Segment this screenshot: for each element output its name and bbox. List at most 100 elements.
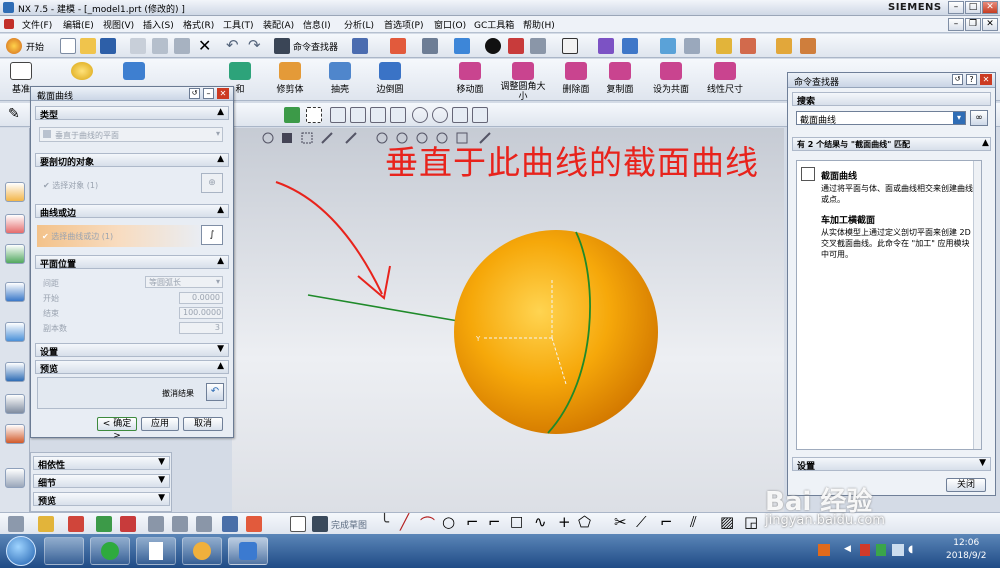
fillet-arc-icon[interactable]: ⌐ [466,513,479,531]
existing-point-icon[interactable] [452,107,468,123]
menu-window[interactable]: 窗口(O) [434,18,466,31]
preview-section[interactable]: 预览 ▲ [35,360,229,375]
close-button[interactable]: ✕ [982,1,998,14]
pan-icon[interactable] [282,133,292,143]
save-icon[interactable] [100,38,116,54]
sketch-plane-icon[interactable] [222,516,238,532]
start-orb-icon[interactable] [6,536,36,566]
web-browser-icon[interactable] [5,322,25,342]
quadrant-icon[interactable] [432,107,448,123]
orient-view-icon[interactable] [598,38,614,54]
wcs-icon[interactable] [622,38,638,54]
rendering-style-icon[interactable] [485,38,501,54]
menu-file[interactable]: 文件(F) [22,18,52,31]
search-binoculars-icon[interactable]: ∞ [970,110,988,126]
search-section[interactable]: 搜索 [792,92,991,107]
rotate-icon[interactable] [345,132,357,144]
make-coplanar-command[interactable]: 设为共面 [648,62,694,95]
tray-flag-icon[interactable] [860,544,870,556]
copy-face-command[interactable]: 复制面 [600,62,640,95]
measure-icon[interactable] [776,38,792,54]
assembly-navigator-icon[interactable] [5,182,25,202]
type-dropdown[interactable]: 垂直于曲线的平面 ▾ [39,127,223,142]
arc-icon[interactable]: ⌒ [420,513,435,534]
curve-section[interactable]: 曲线或边 ▲ [35,204,229,219]
start-input[interactable]: 0.0000 [179,292,223,304]
orange-sphere[interactable] [454,230,658,434]
project-icon[interactable] [172,516,188,532]
circle-icon[interactable]: ○ [442,513,455,531]
move-face-command[interactable]: 移动面 [450,62,490,95]
menu-insert[interactable]: 插入(S) [143,18,174,31]
menu-preferences[interactable]: 首选项(P) [384,18,423,31]
mid-point-icon[interactable] [350,107,366,123]
inferred-constraint-icon[interactable] [38,516,54,532]
filter-icon[interactable] [740,38,756,54]
taskbar-app-1[interactable] [44,537,84,565]
end-point-icon[interactable] [330,107,346,123]
finder-close-icon[interactable]: ✕ [980,74,992,85]
redo-icon[interactable]: ↷ [248,36,261,54]
sketch-icon-2[interactable] [290,516,306,532]
spacing-dropdown[interactable]: 等圆弧长 ▾ [145,276,223,288]
guide-curve[interactable] [307,294,465,323]
selection-icon[interactable] [352,38,368,54]
background-icon[interactable] [562,38,578,54]
tray-shield-icon[interactable] [876,544,886,556]
menu-gc-toolbox[interactable]: GC工具箱 [474,18,514,31]
preview-row[interactable]: 预览 ▼ [33,492,170,507]
snap-icon[interactable] [716,38,732,54]
details-row[interactable]: 细节 ▼ [33,474,170,489]
tray-volume-icon[interactable]: ◖ [908,544,913,555]
crosshair-select-icon[interactable]: ⊕ [201,173,223,193]
linear-dimension-command[interactable]: 线性尺寸 [702,62,748,95]
taskbar-app-2[interactable] [90,537,130,565]
fillet-icon[interactable] [196,516,212,532]
shell-command[interactable]: 抽壳 [325,62,355,95]
view-section-icon[interactable] [684,38,700,54]
search-input[interactable]: 截面曲线 ▾ [796,111,966,126]
settings-section[interactable]: 设置 ▼ [35,343,229,358]
chamfer-icon[interactable]: ⌐ [488,513,501,531]
graphics-window[interactable]: Y [232,128,784,512]
delete-icon[interactable]: ✕ [198,36,211,55]
undo-result-button[interactable]: ↶ [206,383,224,401]
resize-blend-command[interactable]: 调整圆角大小 [500,62,546,102]
pattern-icon[interactable]: ▨ [720,513,734,531]
arc-center-icon[interactable] [412,107,428,123]
block-command[interactable] [122,62,146,82]
ruler-icon[interactable] [800,38,816,54]
finder-reset-icon[interactable]: ↺ [952,74,963,85]
dependencies-row[interactable]: 相依性 ▼ [33,456,170,471]
constraint-icon[interactable] [68,516,84,532]
layout-icon[interactable] [422,38,438,54]
derived-lines-icon[interactable]: ⫽ [690,513,697,531]
quick-extend-icon[interactable]: ⟋ [636,513,647,531]
finder-close-button[interactable]: 关闭 [946,478,986,492]
results-collapse-icon[interactable]: ▲ [982,138,989,148]
finish-sketch-icon[interactable] [312,516,328,532]
system-materials-icon[interactable] [5,394,25,414]
mirror-icon[interactable] [120,516,136,532]
orbit-icon[interactable] [262,132,274,144]
menu-assembly[interactable]: 装配(A) [263,18,294,31]
copy-icon[interactable] [152,38,168,54]
tray-s-icon[interactable] [818,544,830,556]
menu-edit[interactable]: 编辑(E) [63,18,94,31]
process-studio-icon[interactable] [5,424,25,444]
command-finder-button[interactable]: 命令查找器 [293,40,338,53]
ok-button[interactable]: < 确定 > [97,417,137,441]
copies-input[interactable]: 3 [179,322,223,334]
point-on-curve-icon[interactable] [472,107,488,123]
doc-close-button[interactable]: ✕ [982,18,998,31]
zoom-box-icon[interactable] [301,132,313,144]
finish-sketch-label[interactable]: 完成草图 [331,518,367,531]
end-input[interactable]: 100.0000 [179,307,223,319]
model-view[interactable]: Y [232,128,784,512]
sphere-command[interactable] [70,62,94,82]
menu-analysis[interactable]: 分析(L) [344,18,374,31]
undo-icon[interactable]: ↶ [226,36,239,54]
menu-format[interactable]: 格式(R) [183,18,214,31]
zoom-icon[interactable] [321,132,333,144]
minimize-button[interactable]: – [948,1,964,14]
